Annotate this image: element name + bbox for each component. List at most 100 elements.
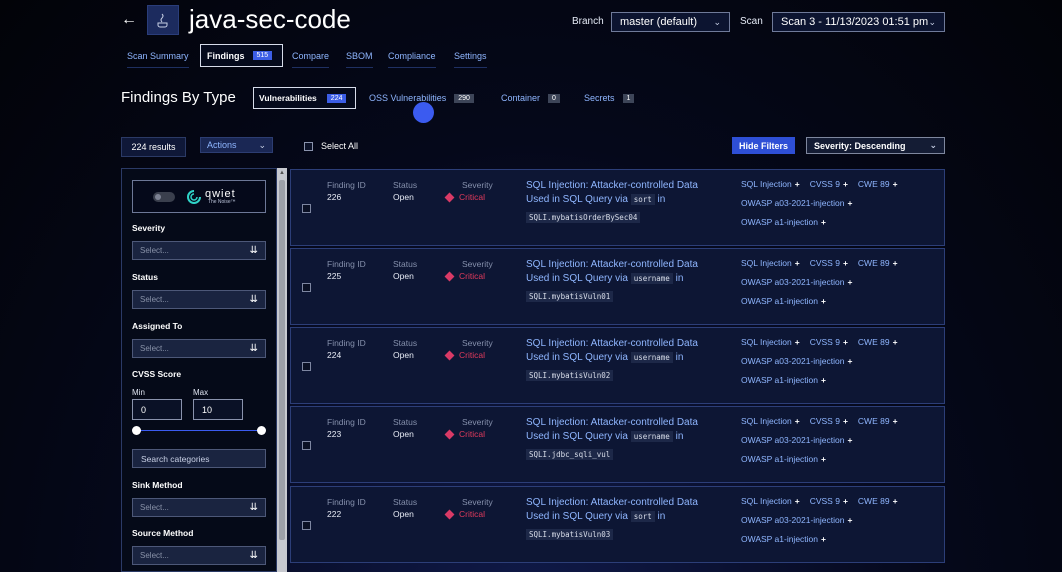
source-method-select[interactable]: Select... ⇊	[132, 546, 266, 565]
sidebar-scroll-thumb[interactable]	[279, 180, 285, 540]
hide-filters-button[interactable]: Hide Filters	[732, 137, 795, 154]
cvss-max-handle[interactable]	[257, 426, 266, 435]
finding-title[interactable]: SQL Injection: Attacker-controlled Data …	[526, 337, 726, 365]
tag-cwe[interactable]: CWE 89 +	[858, 258, 898, 268]
tag-cwe[interactable]: CWE 89 +	[858, 416, 898, 426]
plus-icon: +	[842, 416, 848, 426]
scroll-up-icon[interactable]: ▲	[279, 170, 285, 176]
tag-label: OWASP a03-2021-injection	[741, 356, 845, 366]
tag-owasp-a1[interactable]: OWASP a1-injection +	[741, 534, 826, 544]
tag-label: CWE 89	[857, 179, 890, 189]
finding-id-label: Finding ID	[327, 417, 366, 427]
assigned-to-placeholder: Select...	[140, 344, 169, 353]
cvss-range-track[interactable]	[136, 430, 261, 431]
tag-sql-injection[interactable]: SQL Injection +	[741, 179, 800, 189]
actions-dropdown[interactable]: Actions ⌄	[200, 137, 273, 153]
severity-text: Critical	[459, 271, 485, 281]
tab-scan-summary[interactable]: Scan Summary	[127, 51, 189, 68]
tab-findings[interactable]: Findings 515	[200, 44, 283, 67]
select-all-checkbox[interactable]	[304, 142, 313, 151]
tag-owasp-a03[interactable]: OWASP a03-2021-injection +	[741, 356, 852, 366]
branch-select[interactable]: master (default) ⌄	[611, 12, 730, 32]
tag-cvss[interactable]: CVSS 9 +	[810, 496, 848, 506]
status-value: Open	[393, 350, 414, 360]
tag-label: OWASP a03-2021-injection	[741, 277, 845, 287]
tab-compare[interactable]: Compare	[292, 51, 330, 68]
plus-icon: +	[847, 356, 853, 366]
severity-label: Severity	[462, 417, 493, 427]
tag-owasp-a1[interactable]: OWASP a1-injection +	[741, 217, 826, 227]
tag-cwe[interactable]: CWE 89 +	[858, 496, 898, 506]
finding-id-value: 224	[327, 350, 342, 360]
tab-sbom[interactable]: SBOM	[346, 51, 373, 68]
tag-owasp-a1[interactable]: OWASP a1-injection +	[741, 454, 826, 464]
finding-method-line: SQLI.jdbc_sqli_vul	[526, 444, 614, 462]
tab-secrets[interactable]: Secrets 1	[584, 93, 635, 103]
tag-owasp-a03[interactable]: OWASP a03-2021-injection +	[741, 435, 852, 445]
status-label: Status	[393, 259, 418, 269]
tab-container[interactable]: Container 0	[501, 93, 560, 103]
tag-cwe[interactable]: CWE 89 +	[858, 337, 898, 347]
finding-checkbox[interactable]	[302, 521, 311, 530]
qwiet-word: qwiet	[205, 187, 236, 200]
tab-compliance[interactable]: Compliance	[388, 51, 436, 68]
qwiet-toggle-box[interactable]: qwiet The Noise™	[132, 180, 266, 213]
tab-settings[interactable]: Settings	[454, 51, 487, 68]
severity-filter-select[interactable]: Select... ⇊	[132, 241, 266, 260]
finding-title[interactable]: SQL Injection: Attacker-controlled Data …	[526, 258, 726, 286]
plus-icon: +	[821, 454, 826, 464]
tab-vulnerabilities[interactable]: Vulnerabilities 224	[253, 87, 356, 109]
search-categories-input[interactable]: Search categories	[132, 449, 266, 468]
status-filter-label: Status	[132, 272, 158, 282]
finding-method-line: SQLI.mybatisVuln03	[526, 524, 614, 542]
branch-label: Branch	[572, 16, 604, 27]
tag-owasp-a1[interactable]: OWASP a1-injection +	[741, 296, 826, 306]
finding-method: SQLI.mybatisVuln01	[526, 291, 614, 302]
noise-toggle[interactable]	[153, 191, 175, 202]
tag-label: CVSS 9	[809, 496, 840, 506]
finding-card[interactable]: Finding ID 222 Status Open Severity Crit…	[290, 486, 945, 563]
tag-cvss[interactable]: CVSS 9 +	[810, 258, 848, 268]
tag-owasp-a03[interactable]: OWASP a03-2021-injection +	[741, 515, 852, 525]
tag-cvss[interactable]: CVSS 9 +	[810, 416, 848, 426]
back-arrow-icon[interactable]: ←	[121, 10, 137, 30]
finding-checkbox[interactable]	[302, 441, 311, 450]
status-filter-select[interactable]: Select... ⇊	[132, 290, 266, 309]
tag-sql-injection[interactable]: SQL Injection +	[741, 337, 800, 347]
tag-sql-injection[interactable]: SQL Injection +	[741, 258, 800, 268]
finding-method-line: SQLI.mybatisVuln01	[526, 286, 614, 304]
tag-owasp-a03[interactable]: OWASP a03-2021-injection +	[741, 277, 852, 287]
sink-method-select[interactable]: Select... ⇊	[132, 498, 266, 517]
tag-cvss[interactable]: CVSS 9 +	[810, 337, 848, 347]
finding-card[interactable]: Finding ID 224 Status Open Severity Crit…	[290, 327, 945, 404]
plus-icon: +	[892, 337, 898, 347]
assigned-to-filter-select[interactable]: Select... ⇊	[132, 339, 266, 358]
cvss-min-input[interactable]: 0	[132, 399, 182, 420]
finding-checkbox[interactable]	[302, 283, 311, 292]
finding-checkbox[interactable]	[302, 204, 311, 213]
finding-card[interactable]: Finding ID 225 Status Open Severity Crit…	[290, 248, 945, 325]
tag-owasp-a1[interactable]: OWASP a1-injection +	[741, 375, 826, 385]
finding-card[interactable]: Finding ID 223 Status Open Severity Crit…	[290, 406, 945, 483]
severity-value: Critical	[444, 429, 485, 439]
severity-label: Severity	[462, 338, 493, 348]
tag-cvss[interactable]: CVSS 9 +	[810, 179, 848, 189]
finding-card[interactable]: Finding ID 226 Status Open Severity Crit…	[290, 169, 945, 246]
tag-sql-injection[interactable]: SQL Injection +	[741, 416, 800, 426]
finding-checkbox[interactable]	[302, 362, 311, 371]
cvss-min-handle[interactable]	[132, 426, 141, 435]
cvss-min-label: Min	[132, 388, 145, 397]
finding-title[interactable]: SQL Injection: Attacker-controlled Data …	[526, 416, 726, 444]
scan-select[interactable]: Scan 3 - 11/13/2023 01:51 pm ⌄	[772, 12, 945, 32]
tag-owasp-a03[interactable]: OWASP a03-2021-injection +	[741, 198, 852, 208]
sort-select[interactable]: Severity: Descending ⌄	[806, 137, 945, 154]
tag-cwe[interactable]: CWE 89 +	[858, 179, 898, 189]
cursor-indicator	[413, 102, 434, 123]
tag-sql-injection[interactable]: SQL Injection +	[741, 496, 800, 506]
cvss-max-label: Max	[193, 388, 209, 397]
finding-title[interactable]: SQL Injection: Attacker-controlled Data …	[526, 179, 726, 207]
finding-title[interactable]: SQL Injection: Attacker-controlled Data …	[526, 496, 726, 524]
cvss-max-input[interactable]: 10	[193, 399, 243, 420]
status-value: Open	[393, 429, 414, 439]
cvss-score-label: CVSS Score	[132, 369, 182, 379]
